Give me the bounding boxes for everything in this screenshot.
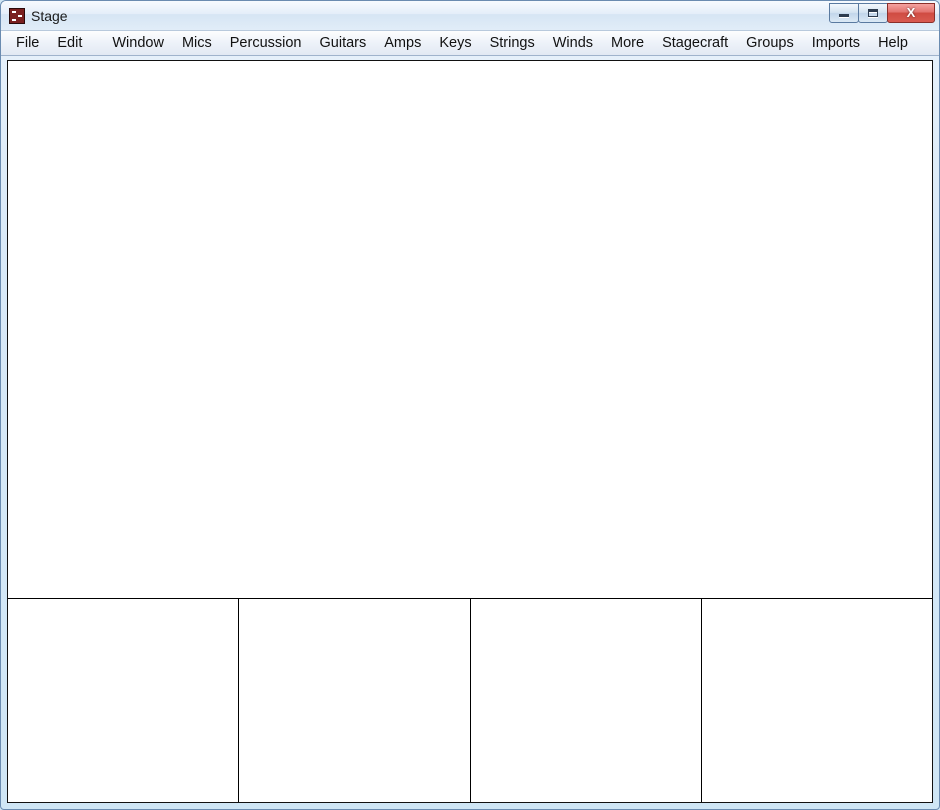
menu-more[interactable]: More [602,33,653,53]
client-area [7,60,933,803]
panel-4[interactable] [702,599,932,802]
minimize-icon [839,14,849,17]
app-window: Stage X File Edit Window Mics Percussion… [0,0,940,810]
close-button[interactable]: X [887,3,935,23]
menu-mics[interactable]: Mics [173,33,221,53]
menu-gap [91,33,103,53]
menu-percussion[interactable]: Percussion [221,33,311,53]
titlebar[interactable]: Stage X [1,1,939,31]
app-icon [9,8,25,24]
menu-window[interactable]: Window [103,33,173,53]
menu-keys[interactable]: Keys [430,33,480,53]
minimize-button[interactable] [829,3,859,23]
menu-imports[interactable]: Imports [803,33,869,53]
menu-guitars[interactable]: Guitars [311,33,376,53]
panel-1[interactable] [8,599,239,802]
panel-3[interactable] [471,599,702,802]
menu-help[interactable]: Help [869,33,917,53]
window-controls: X [830,3,935,23]
close-icon: X [907,6,916,19]
menu-winds[interactable]: Winds [544,33,602,53]
menu-stagecraft[interactable]: Stagecraft [653,33,737,53]
stage-canvas[interactable] [8,61,932,598]
menu-groups[interactable]: Groups [737,33,803,53]
menu-edit[interactable]: Edit [48,33,91,53]
menu-bar: File Edit Window Mics Percussion Guitars… [1,31,939,56]
menu-strings[interactable]: Strings [481,33,544,53]
menu-file[interactable]: File [7,33,48,53]
panel-2[interactable] [239,599,470,802]
maximize-button[interactable] [858,3,888,23]
window-title: Stage [31,8,68,24]
menu-amps[interactable]: Amps [375,33,430,53]
maximize-icon [868,9,878,17]
bottom-panels [8,598,932,802]
